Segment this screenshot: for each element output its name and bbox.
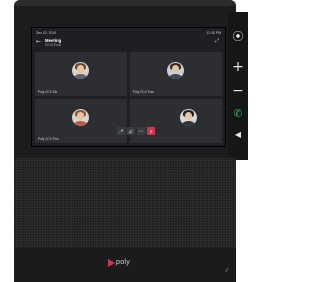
participant-avatar bbox=[167, 62, 184, 79]
participant-name: Poly CCX Six bbox=[38, 90, 58, 94]
participant-tile[interactable]: Poly CCX Five bbox=[35, 99, 127, 143]
meeting-header: ← Meeting 00:15 Ends ⤢ bbox=[32, 37, 225, 49]
meeting-subtitle: 00:15 Ends bbox=[45, 43, 62, 47]
call-icon[interactable]: ✆ bbox=[231, 107, 245, 121]
camera-icon[interactable]: ⦿ bbox=[231, 30, 245, 44]
call-controls: 🎤 🔊 ••• ✕ bbox=[117, 127, 155, 135]
touch-screen: Dec 02, 2019 12:30 PM ← Meeting 00:15 En… bbox=[31, 27, 226, 147]
speaker-hw-icon[interactable]: ◀ bbox=[231, 128, 245, 142]
end-call-icon[interactable]: ✕ bbox=[147, 127, 155, 135]
speaker-icon[interactable]: 🔊 bbox=[127, 127, 135, 135]
microphone-icon[interactable]: 🎤 bbox=[117, 127, 125, 135]
volume-up-icon[interactable]: + bbox=[231, 60, 245, 74]
poly-logo-icon bbox=[108, 259, 115, 267]
more-icon[interactable]: ••• bbox=[137, 127, 145, 135]
status-time: 12:30 PM bbox=[206, 31, 221, 35]
speaker-grille bbox=[14, 158, 236, 248]
device-top-lip bbox=[14, 0, 236, 6]
status-bar: Dec 02, 2019 12:30 PM bbox=[32, 28, 225, 37]
status-date: Dec 02, 2019 bbox=[36, 31, 57, 35]
participant-name: Poly CCX Four bbox=[133, 90, 155, 94]
participant-avatar bbox=[72, 109, 89, 126]
brand-logo-text: poly bbox=[116, 259, 131, 266]
corner-grip-icon: ⁄⁄ bbox=[226, 268, 228, 274]
participant-name: Poly CCX Five bbox=[38, 137, 59, 141]
volume-down-icon[interactable]: − bbox=[231, 84, 245, 98]
device-screenshot: ⦿ + − ✆ ◀ Dec 02, 2019 12:30 PM ← Meetin… bbox=[0, 0, 248, 282]
participant-avatar bbox=[72, 62, 89, 79]
participant-tile[interactable] bbox=[130, 99, 222, 143]
participant-tile[interactable]: Poly CCX Four bbox=[130, 52, 222, 96]
back-arrow-icon[interactable]: ← bbox=[36, 38, 41, 45]
participant-avatar bbox=[180, 109, 197, 126]
gallery-layout-icon[interactable]: ⤢ bbox=[215, 38, 219, 44]
participant-tile[interactable]: Poly CCX Six bbox=[35, 52, 127, 96]
